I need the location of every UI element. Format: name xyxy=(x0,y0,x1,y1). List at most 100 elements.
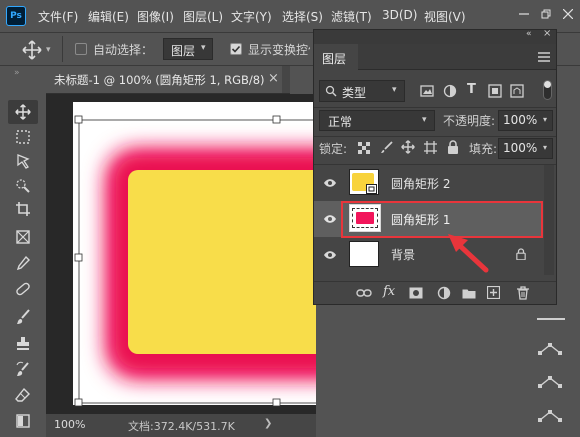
menu-bar: Ps 文件(F) 编辑(E) 图像(I) 图层(L) 文字(Y) 选择(S) 滤… xyxy=(0,0,580,32)
visibility-eye-icon[interactable] xyxy=(323,178,337,188)
transform-handle[interactable] xyxy=(74,115,83,124)
filter-pixel-icon[interactable] xyxy=(420,84,434,98)
marquee-tool-icon[interactable] xyxy=(12,126,34,148)
adjustment-layer-icon[interactable] xyxy=(437,286,451,300)
filter-smart-object-icon[interactable] xyxy=(510,84,524,98)
eyedropper-tool-icon[interactable] xyxy=(12,252,34,274)
history-brush-tool-icon[interactable] xyxy=(12,358,34,380)
close-icon[interactable] xyxy=(563,9,573,19)
fill-value: 100% xyxy=(503,141,538,155)
show-transform-checkbox[interactable] xyxy=(230,43,242,55)
tab-close-icon[interactable]: × xyxy=(268,71,279,86)
layer-name[interactable]: 圆角矩形 2 xyxy=(391,175,450,192)
filter-type-icon[interactable]: T xyxy=(467,82,476,97)
panel-top-strip: « × xyxy=(314,28,556,44)
collapse-icon[interactable]: « xyxy=(526,29,532,39)
filter-toggle-knob xyxy=(544,81,551,88)
close-icon[interactable]: × xyxy=(543,28,551,39)
toolbar: » xyxy=(0,66,46,437)
layers-panel: « × 图层 类型 ▾ T 正常 ▾ 不透明度: 100% ▾ 锁定: 填充: … xyxy=(313,28,557,305)
quick-select-tool-icon[interactable] xyxy=(12,174,34,196)
new-group-icon[interactable] xyxy=(462,287,476,299)
frame-tool-icon[interactable] xyxy=(12,226,34,248)
crop-tool-icon[interactable] xyxy=(12,198,34,220)
minimize-icon[interactable] xyxy=(519,9,529,19)
layer-thumbnail xyxy=(349,241,379,267)
layer-row-background[interactable]: 背景 xyxy=(314,237,542,273)
document-tab-bar: 未标题-1 @ 100% (圆角矩形 1, RGB/8) * × xyxy=(46,66,290,94)
show-transform-label: 显示变换控件 xyxy=(248,43,310,57)
new-layer-icon[interactable] xyxy=(487,286,500,299)
path-anchor-icon[interactable] xyxy=(537,341,563,357)
document-tab[interactable]: 未标题-1 @ 100% (圆角矩形 1, RGB/8) * × xyxy=(46,66,282,93)
layer-name[interactable]: 背景 xyxy=(391,246,415,263)
menu-layer[interactable]: 图层(L) xyxy=(183,8,223,25)
auto-select-checkbox[interactable] xyxy=(75,43,87,55)
lock-artboard-icon[interactable] xyxy=(424,141,437,154)
brush-tool-icon[interactable] xyxy=(12,306,34,328)
filter-adjustment-icon[interactable] xyxy=(443,84,457,98)
divider xyxy=(314,136,556,137)
transform-handle[interactable] xyxy=(74,398,83,407)
layers-footer: fx xyxy=(314,281,556,304)
lock-all-icon[interactable] xyxy=(447,140,459,154)
menu-file[interactable]: 文件(F) xyxy=(38,8,78,25)
lock-position-icon[interactable] xyxy=(401,140,415,154)
tab-layers[interactable]: 图层 xyxy=(314,44,358,70)
layer-style-icon[interactable]: fx xyxy=(383,284,395,299)
zoom-level[interactable]: 100% xyxy=(54,418,85,431)
chevron-down-icon: ▾ xyxy=(543,115,548,124)
chevron-down-icon[interactable]: ▾ xyxy=(46,45,51,55)
fill-field[interactable]: 100% ▾ xyxy=(498,138,553,159)
annotation-highlight-box xyxy=(341,201,543,238)
layers-scrollbar[interactable] xyxy=(544,165,554,275)
document-canvas[interactable] xyxy=(46,94,316,414)
fill-label: 填充: xyxy=(469,142,498,156)
eraser-tool-icon[interactable] xyxy=(12,384,34,406)
menu-filter[interactable]: 滤镜(T) xyxy=(331,8,372,25)
filter-toggle-switch[interactable] xyxy=(543,80,552,100)
path-anchor-icon[interactable] xyxy=(537,408,563,424)
yellow-rounded-rectangle xyxy=(128,170,316,354)
menu-3d[interactable]: 3D(D) xyxy=(382,8,417,22)
transform-handle[interactable] xyxy=(272,398,281,407)
gradient-tool-icon[interactable] xyxy=(12,410,34,432)
add-mask-icon[interactable] xyxy=(409,287,423,299)
menu-select[interactable]: 选择(S) xyxy=(282,8,323,25)
opacity-label: 不透明度: xyxy=(443,114,496,128)
delete-layer-icon[interactable] xyxy=(517,286,529,300)
transform-handle[interactable] xyxy=(272,115,281,124)
link-layers-icon[interactable] xyxy=(356,287,372,299)
search-icon xyxy=(325,85,337,97)
menu-view[interactable]: 视图(V) xyxy=(424,8,466,25)
filter-shape-icon[interactable] xyxy=(488,84,502,98)
menu-image[interactable]: 图像(I) xyxy=(137,8,174,25)
canvas-area[interactable] xyxy=(46,94,316,414)
opacity-field[interactable]: 100% ▾ xyxy=(498,110,553,131)
menu-edit[interactable]: 编辑(E) xyxy=(88,8,129,25)
move-tool-icon[interactable] xyxy=(22,40,42,60)
lock-image-pixels-icon[interactable] xyxy=(380,141,393,154)
stamp-tool-icon[interactable] xyxy=(12,332,34,354)
auto-select-dropdown[interactable]: 图层 ▾ xyxy=(163,38,213,60)
lock-transparent-pixels-icon[interactable] xyxy=(358,142,370,154)
healing-brush-tool-icon[interactable] xyxy=(12,278,34,300)
dock-panel-icon[interactable] xyxy=(537,304,565,320)
toolbar-collapse-icon[interactable]: » xyxy=(14,68,21,78)
status-menu-icon[interactable]: ❯ xyxy=(264,418,272,429)
lock-label: 锁定: xyxy=(319,142,348,156)
transform-handle[interactable] xyxy=(74,253,83,262)
auto-select-label: 自动选择： xyxy=(93,43,154,57)
lasso-tool-icon[interactable] xyxy=(12,150,34,172)
path-anchor-icon[interactable] xyxy=(537,374,563,390)
restore-icon[interactable] xyxy=(541,9,551,19)
panel-menu-icon[interactable] xyxy=(538,52,550,62)
move-tool-icon[interactable] xyxy=(12,101,34,123)
layer-filter-dropdown[interactable]: 类型 ▾ xyxy=(319,80,405,102)
layer-row-rounded-rect-2[interactable]: 圆角矩形 2 xyxy=(314,165,542,201)
menu-type[interactable]: 文字(Y) xyxy=(231,8,272,25)
shape-layer-icon xyxy=(366,184,377,194)
visibility-eye-icon[interactable] xyxy=(323,250,337,260)
blend-mode-dropdown[interactable]: 正常 ▾ xyxy=(319,110,435,131)
visibility-eye-icon[interactable] xyxy=(323,214,337,224)
